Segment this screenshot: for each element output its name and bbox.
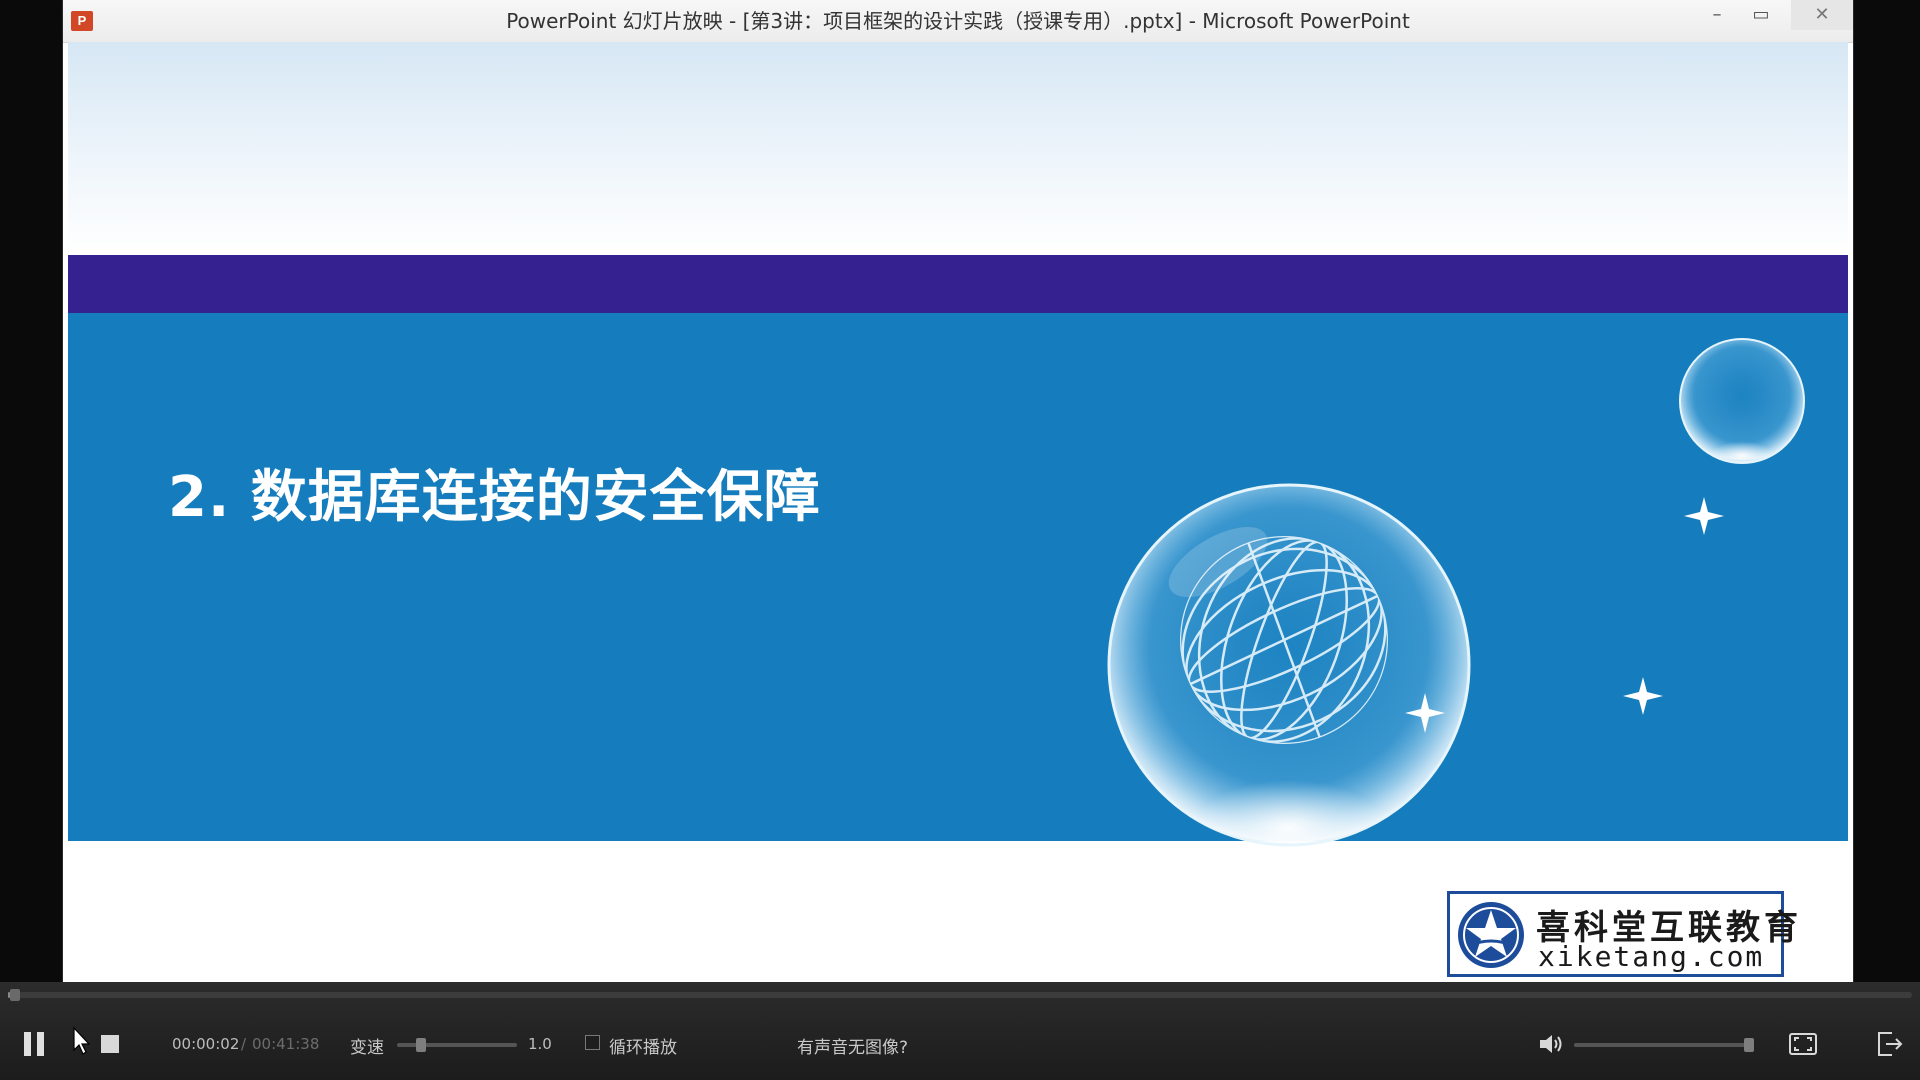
window-title: PowerPoint 幻灯片放映 - [第3讲：项目框架的设计实践（授课专用）.…	[506, 9, 1410, 33]
speed-value: 1.0	[528, 1035, 552, 1053]
pause-icon	[24, 1032, 31, 1056]
slide[interactable]: 2. 数据库连接的安全保障 喜科堂互联教育 xiketang.com	[68, 42, 1848, 982]
star-emblem-icon	[1458, 902, 1524, 968]
volume-slider-handle[interactable]	[1744, 1038, 1754, 1052]
exit-icon[interactable]	[1876, 1031, 1904, 1057]
xiketang-logo: 喜科堂互联教育 xiketang.com	[1447, 891, 1798, 977]
volume-slider[interactable]	[1574, 1038, 1754, 1052]
stop-button[interactable]	[101, 1035, 119, 1053]
no-video-help-link[interactable]: 有声音无图像?	[797, 1033, 908, 1058]
speed-slider-handle[interactable]	[416, 1038, 426, 1052]
maximize-button[interactable]: ▭	[1739, 0, 1783, 30]
mouse-cursor-icon	[73, 1026, 91, 1055]
pause-button[interactable]	[24, 1032, 46, 1056]
speed-label: 变速	[350, 1038, 384, 1058]
loop-checkbox[interactable]	[585, 1035, 600, 1050]
close-button[interactable]: ✕	[1791, 0, 1853, 30]
speed-slider[interactable]	[397, 1038, 517, 1052]
total-time: 00:41:38	[252, 1035, 320, 1053]
powerpoint-window: P PowerPoint 幻灯片放映 - [第3讲：项目框架的设计实践（授课专用…	[63, 0, 1853, 982]
video-player-controls: 00:00:02 / 00:41:38 变速 1.0 循环播放 有声音无图像?	[0, 982, 1920, 1080]
seek-handle[interactable]	[9, 989, 20, 1001]
slide-title: 2. 数据库连接的安全保障	[168, 465, 821, 530]
fullscreen-icon[interactable]	[1789, 1033, 1817, 1055]
time-separator: /	[241, 1035, 247, 1053]
loop-label[interactable]: 循环播放	[609, 1033, 677, 1058]
seek-bar[interactable]	[8, 989, 1912, 1001]
title-bar[interactable]: P PowerPoint 幻灯片放映 - [第3讲：项目框架的设计实践（授课专用…	[63, 0, 1853, 43]
logo-domain-text: xiketang.com	[1538, 940, 1765, 973]
current-time: 00:00:02	[172, 1035, 240, 1053]
volume-icon[interactable]	[1538, 1032, 1564, 1056]
minimize-button[interactable]: –	[1695, 0, 1739, 30]
